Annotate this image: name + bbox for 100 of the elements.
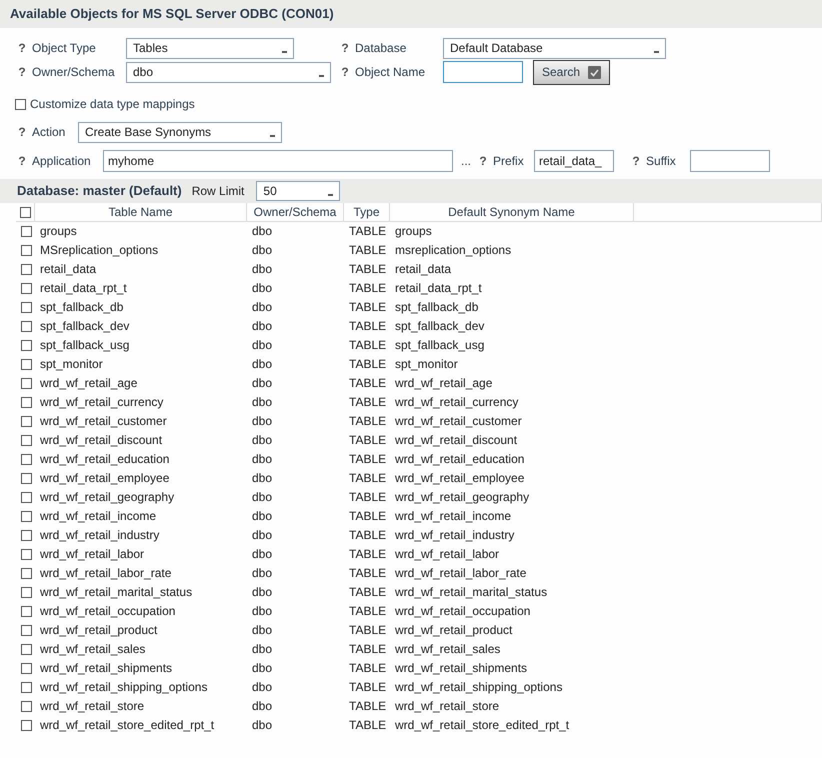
search-button[interactable]: Search (533, 60, 610, 84)
row-checkbox[interactable] (21, 435, 32, 446)
row-checkbox[interactable] (21, 378, 32, 389)
row-checkbox[interactable] (21, 720, 32, 731)
table-cell: groups (40, 224, 77, 239)
row-checkbox[interactable] (21, 226, 32, 237)
table-cell: dbo (252, 680, 272, 695)
checkbox[interactable] (15, 98, 26, 110)
row-checkbox[interactable] (21, 682, 32, 693)
table-cell: retail_data (395, 262, 452, 277)
field-label: Prefix (492, 154, 525, 168)
table-cell: dbo (252, 623, 272, 638)
row-checkbox[interactable] (21, 701, 32, 712)
table-cell: wrd_wf_retail_store_edited_rpt_t (395, 718, 570, 733)
table-cell: TABLE (349, 224, 386, 239)
table-cell: TABLE (349, 718, 386, 733)
table-cell: TABLE (349, 376, 386, 391)
row-checkbox[interactable] (21, 587, 32, 598)
row-checkbox[interactable] (21, 245, 32, 256)
table-cell: wrd_wf_retail_marital_status (40, 585, 192, 600)
row-checkbox[interactable] (21, 340, 32, 351)
table-cell: spt_fallback_dev (40, 319, 130, 334)
suffix-field[interactable] (690, 150, 770, 172)
row-checkbox[interactable] (21, 568, 32, 579)
table-cell: TABLE (349, 623, 386, 638)
help-icon[interactable]: ? (339, 64, 351, 80)
help-icon[interactable]: ? (16, 154, 28, 168)
table-cell: TABLE (349, 509, 386, 524)
prefix-field[interactable]: retail_data_ (534, 150, 614, 172)
row-checkbox[interactable] (21, 492, 32, 503)
help-icon[interactable]: ? (16, 124, 28, 140)
help-icon[interactable]: ? (16, 40, 28, 56)
table-cell: wrd_wf_retail_marital_status (395, 585, 548, 600)
table-cell: wrd_wf_retail_product (40, 623, 158, 638)
field-label: Database (354, 40, 408, 56)
table-cell: dbo (252, 433, 272, 448)
row-checkbox[interactable] (21, 644, 32, 655)
action-dropdown[interactable]: Create Base Synonyms (78, 122, 282, 142)
table-cell: wrd_wf_retail_discount (40, 433, 162, 448)
application-field[interactable]: myhome (103, 150, 453, 172)
table-cell: dbo (252, 338, 272, 353)
table-cell: TABLE (349, 566, 386, 581)
help-icon[interactable]: ? (16, 64, 28, 80)
row-checkbox[interactable] (21, 663, 32, 674)
field-label: Object Type (31, 40, 97, 56)
table-cell: MSreplication_options (40, 243, 158, 258)
column-header: Owner/Schema (254, 204, 336, 220)
help-icon[interactable]: ? (339, 40, 351, 56)
row-checkbox[interactable] (21, 283, 32, 294)
table-cell: spt_fallback_usg (395, 338, 484, 353)
field-label: Action (31, 124, 66, 140)
table-cell: TABLE (349, 300, 386, 315)
table-cell: wrd_wf_retail_employee (40, 471, 170, 486)
browse-button[interactable]: ... (457, 154, 472, 168)
caret-icon (654, 51, 659, 53)
table-cell: spt_monitor (40, 357, 103, 372)
table-cell: TABLE (349, 528, 386, 543)
table-cell: dbo (252, 528, 272, 543)
owner-schema-dropdown[interactable]: dbo (126, 62, 331, 82)
row-checkbox[interactable] (21, 549, 32, 560)
select-all-checkbox[interactable] (20, 206, 30, 218)
table-cell: TABLE (349, 338, 386, 353)
table-cell: wrd_wf_retail_occupation (395, 604, 530, 619)
row-checkbox[interactable] (21, 473, 32, 484)
object-type-dropdown[interactable]: Tables (126, 38, 294, 58)
table-cell: wrd_wf_retail_education (395, 452, 524, 467)
row-checkbox[interactable] (21, 511, 32, 522)
checkbox-label: Customize data type mappings (29, 96, 195, 112)
table-cell: spt_fallback_usg (40, 338, 130, 353)
help-icon[interactable]: ? (477, 154, 490, 168)
table-cell: dbo (252, 718, 272, 733)
row-checkbox[interactable] (21, 454, 32, 465)
row-checkbox[interactable] (21, 625, 32, 636)
section-title: Database: master (Default) (17, 183, 182, 199)
table-cell: TABLE (349, 699, 386, 714)
table-cell: wrd_wf_retail_shipping_options (40, 680, 208, 695)
row-checkbox[interactable] (21, 397, 32, 408)
table-cell: dbo (252, 490, 272, 505)
row-limit-dropdown[interactable]: 50 (256, 181, 340, 201)
table-cell: wrd_wf_retail_employee (395, 471, 524, 486)
table-cell: TABLE (349, 243, 386, 258)
row-checkbox[interactable] (21, 606, 32, 617)
row-checkbox[interactable] (21, 359, 32, 370)
table-cell: TABLE (349, 357, 386, 372)
row-checkbox[interactable] (21, 416, 32, 427)
table-cell: dbo (252, 604, 272, 619)
database-dropdown[interactable]: Default Database (443, 38, 666, 58)
help-icon[interactable]: ? (630, 154, 642, 168)
object-name-field[interactable] (443, 61, 523, 83)
row-checkbox[interactable] (21, 302, 32, 313)
table-cell: wrd_wf_retail_customer (40, 414, 167, 429)
table-cell: wrd_wf_retail_labor (395, 547, 500, 562)
table-cell: dbo (252, 547, 272, 562)
caret-icon (282, 51, 287, 53)
row-checkbox[interactable] (21, 530, 32, 541)
table-cell: wrd_wf_retail_currency (40, 395, 164, 410)
row-checkbox[interactable] (21, 264, 32, 275)
table-cell: TABLE (349, 395, 386, 410)
table-cell: wrd_wf_retail_industry (395, 528, 514, 543)
row-checkbox[interactable] (21, 321, 32, 332)
